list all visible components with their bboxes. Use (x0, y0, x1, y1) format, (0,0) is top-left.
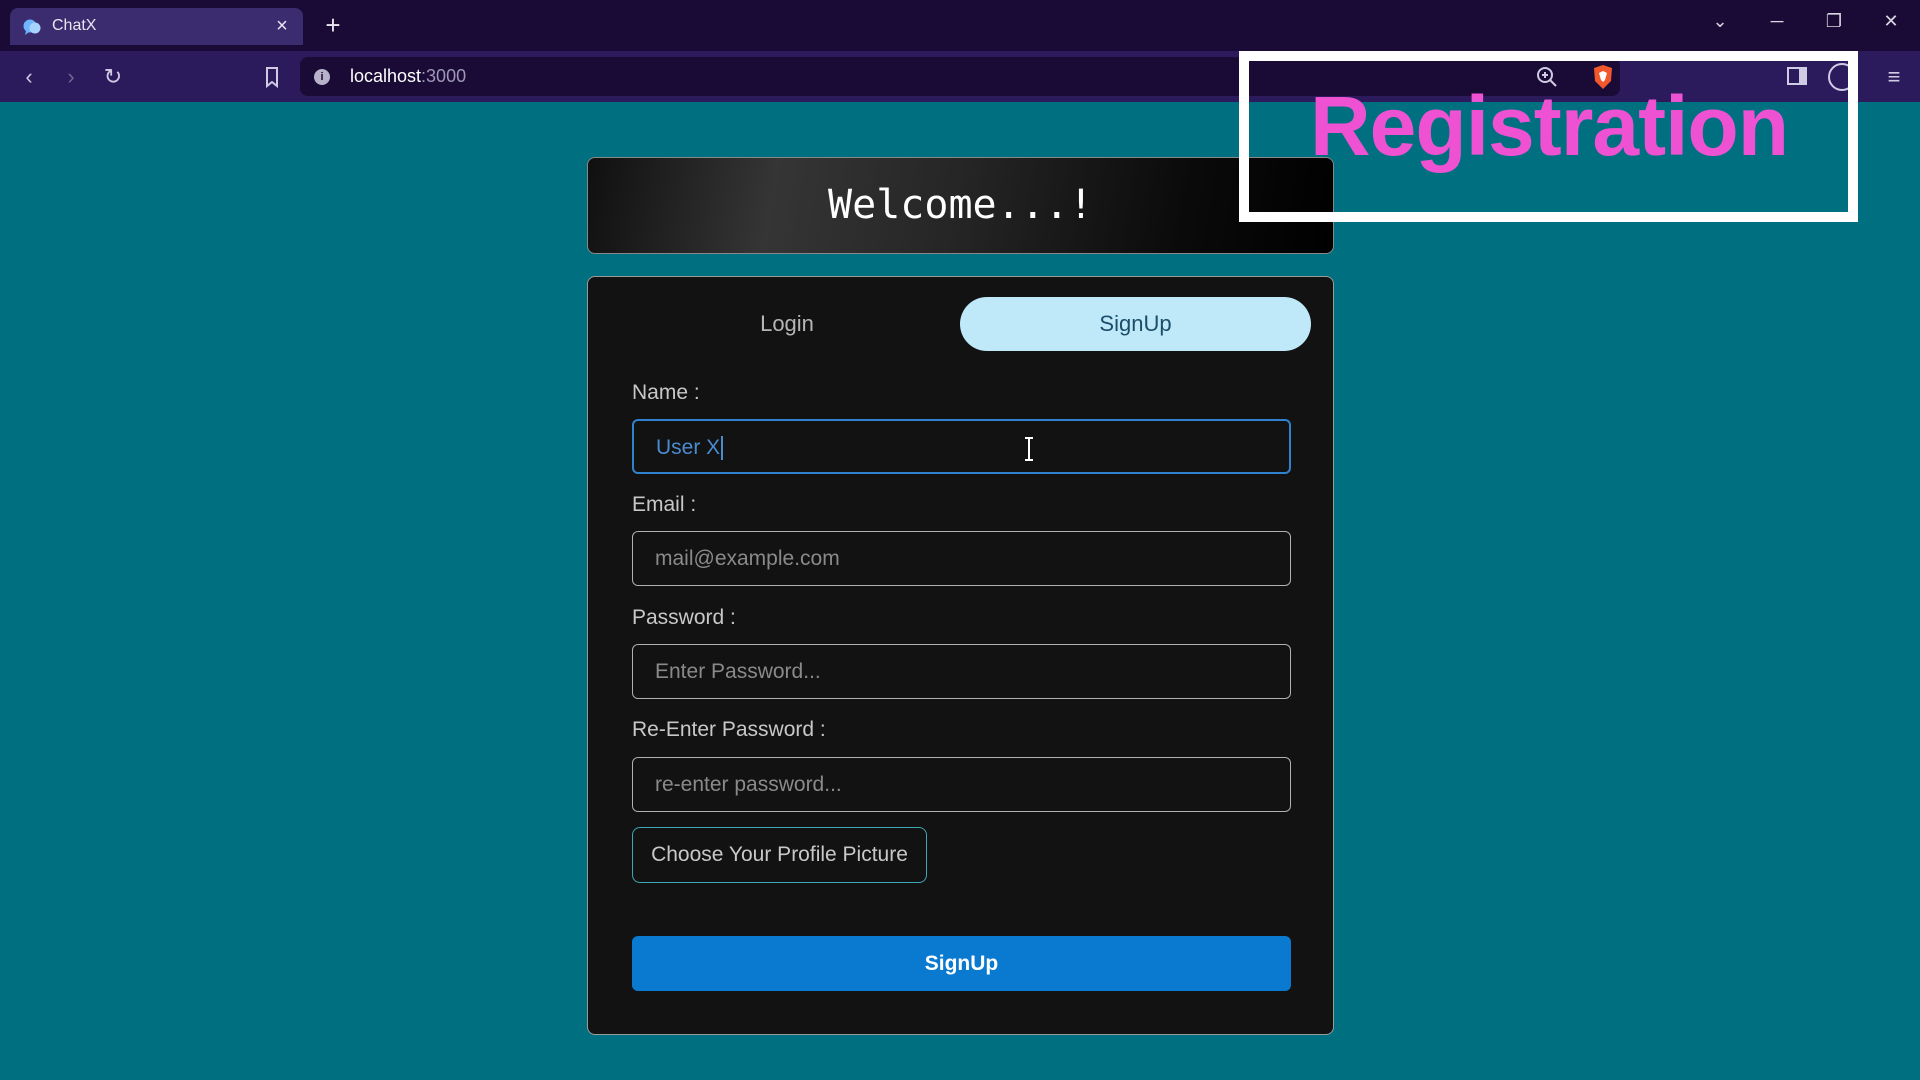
registration-overlay-title: Registration (1310, 79, 1789, 173)
tab-title: ChatX (52, 17, 97, 34)
profile-picture-button[interactable]: Choose Your Profile Picture (632, 827, 927, 883)
back-button[interactable]: ‹ (14, 63, 44, 91)
tab-close-icon[interactable]: × (271, 14, 293, 38)
password-placeholder: Enter Password... (655, 660, 821, 683)
tab-list-chevron-icon[interactable]: ⌄ (1700, 6, 1740, 36)
restore-button[interactable]: ❐ (1814, 6, 1854, 36)
minimize-button[interactable]: ─ (1757, 6, 1797, 36)
browser-tab-bar: ChatX × + ⌄ ─ ❐ ✕ (0, 0, 1920, 51)
email-label: Email : (632, 493, 697, 516)
tab-login[interactable]: Login (612, 297, 962, 351)
menu-icon[interactable]: ≡ (1880, 63, 1908, 91)
signup-submit-button[interactable]: SignUp (632, 936, 1291, 991)
email-field[interactable]: mail@example.com (632, 531, 1291, 586)
tab-signup[interactable]: SignUp (960, 297, 1311, 351)
close-window-button[interactable]: ✕ (1871, 6, 1911, 36)
name-field[interactable]: User X (632, 419, 1291, 474)
url-text: localhost:3000 (350, 66, 467, 86)
site-info-icon[interactable]: i (314, 69, 330, 85)
bookmark-icon[interactable] (258, 64, 286, 90)
new-tab-button[interactable]: + (318, 10, 348, 40)
auth-card: Login SignUp Name : User X Email : mail@… (587, 276, 1334, 1035)
name-value: User X (656, 436, 724, 461)
repassword-label: Re-Enter Password : (632, 718, 826, 741)
repassword-field[interactable]: re-enter password... (632, 757, 1291, 812)
chat-bubble-icon (23, 19, 41, 35)
password-field[interactable]: Enter Password... (632, 644, 1291, 699)
browser-tab-chatx[interactable]: ChatX × (10, 8, 303, 45)
name-label: Name : (632, 381, 700, 404)
repassword-placeholder: re-enter password... (655, 773, 842, 796)
text-cursor-icon (1025, 437, 1033, 461)
welcome-title: Welcome...! (828, 182, 1093, 228)
forward-button[interactable]: › (56, 63, 86, 91)
text-caret (721, 436, 724, 461)
reload-button[interactable]: ↻ (98, 63, 128, 91)
password-label: Password : (632, 606, 736, 629)
email-placeholder: mail@example.com (655, 547, 840, 570)
welcome-banner: Welcome...! (587, 157, 1334, 254)
